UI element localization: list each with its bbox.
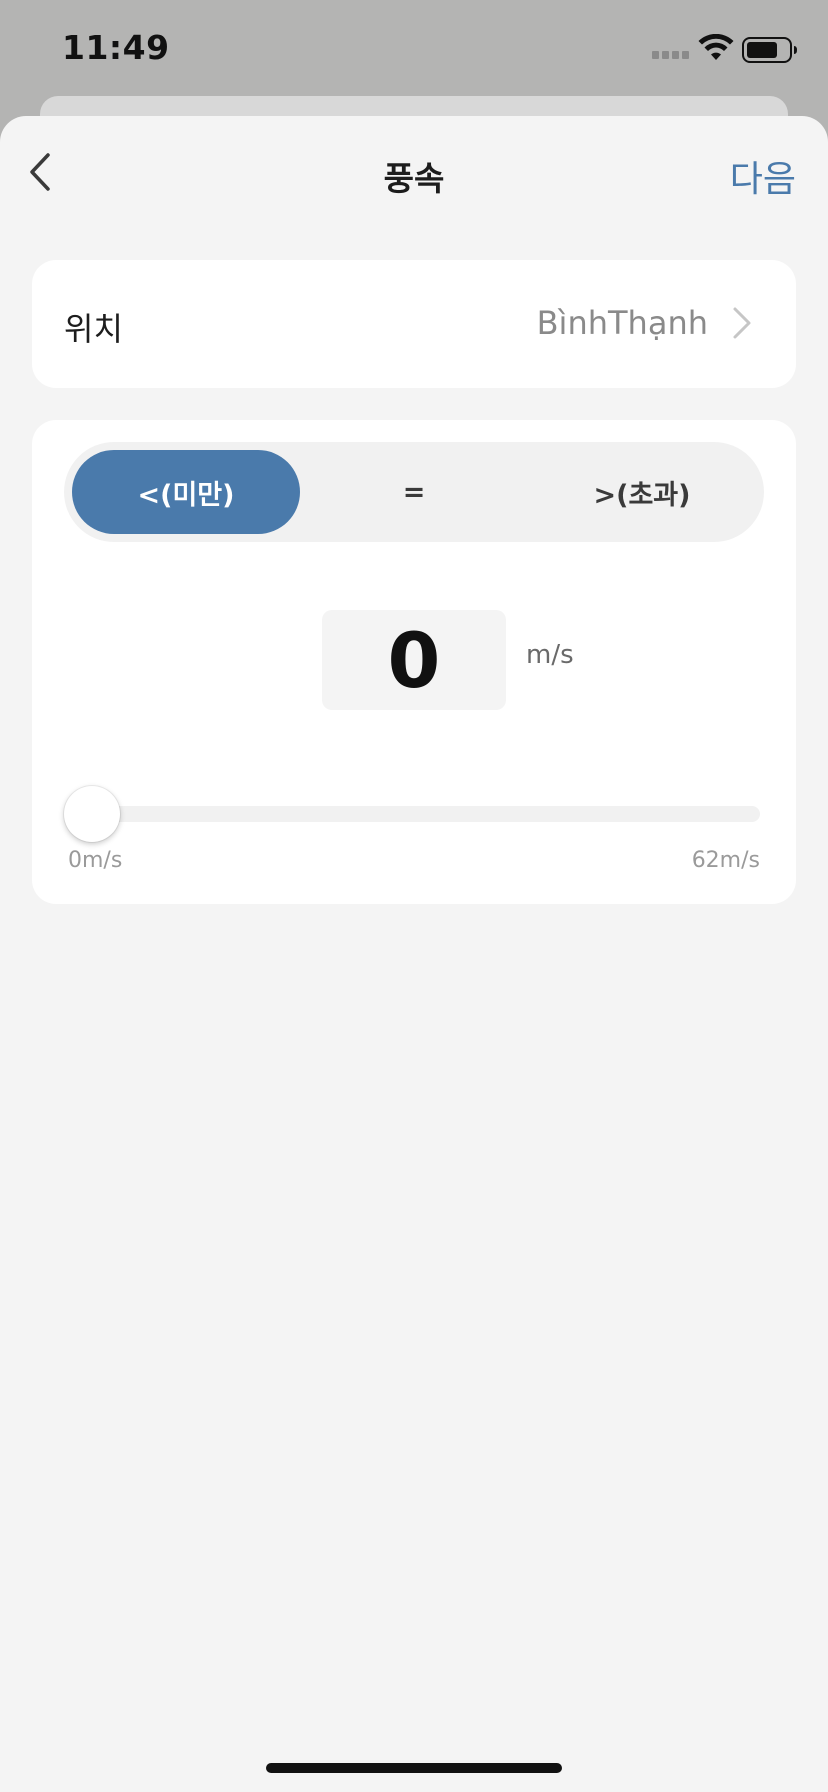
unit-label: m/s [526,640,574,670]
home-indicator [266,1763,562,1773]
location-value: BìnhThạnh [536,304,708,342]
battery-icon [742,37,797,63]
wifi-icon [698,34,734,60]
operator-greater-than[interactable]: >(초과) [528,450,756,534]
condition-card: <(미만) = >(초과) 0 m/s 0m/s 62m/s [32,420,796,904]
wind-speed-sheet: 풍속 다음 위치 BìnhThạnh <(미만) = >(초과) 0 m/s 0… [0,116,828,1792]
cellular-signal-icon [652,51,690,61]
value-input[interactable]: 0 [322,610,506,710]
slider-thumb[interactable] [64,786,120,842]
slider-track[interactable] [66,806,760,822]
chevron-right-icon [733,307,751,339]
slider-min-label: 0m/s [68,848,123,873]
location-row[interactable]: 위치 BìnhThạnh [32,260,796,388]
status-bar: 11:49 [0,0,828,100]
operator-equal[interactable]: = [300,450,528,534]
slider-max-label: 62m/s [691,848,760,873]
page-title: 풍속 [383,159,445,198]
operator-less-than[interactable]: <(미만) [72,450,300,534]
operator-segmented-control: <(미만) = >(초과) [64,442,764,542]
location-label: 위치 [64,310,123,348]
next-button[interactable]: 다음 [730,150,796,202]
nav-bar: 풍속 다음 [0,116,828,226]
status-time: 11:49 [62,28,170,67]
